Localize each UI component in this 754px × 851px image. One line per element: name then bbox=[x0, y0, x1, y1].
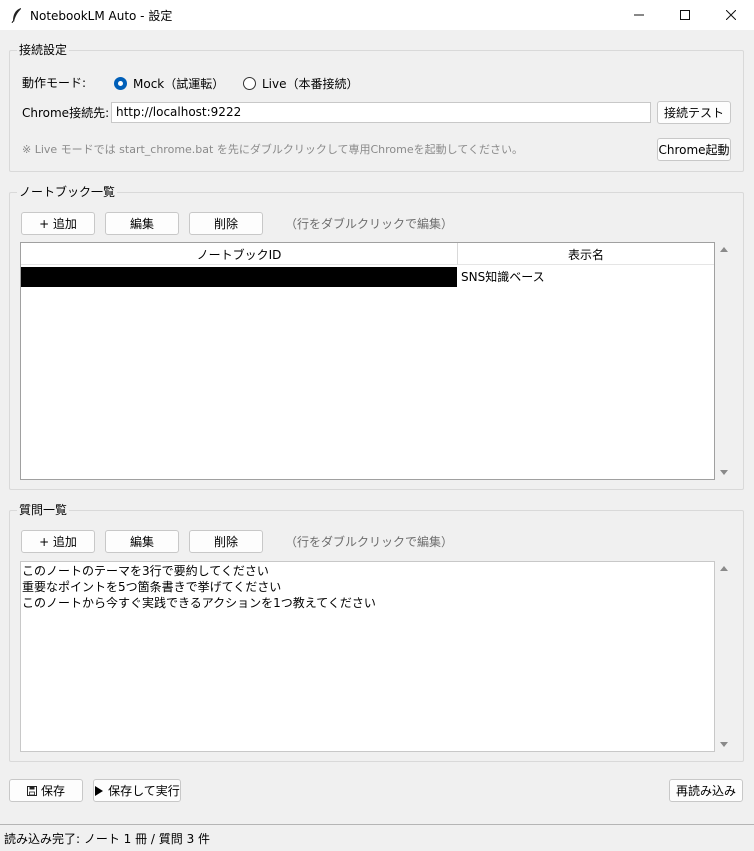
question-list[interactable]: このノートのテーマを3行で要約してください 重要なポイントを5つ箇条書きで挙げて… bbox=[20, 561, 715, 752]
column-header-display-name[interactable]: 表示名 bbox=[457, 243, 714, 265]
list-item[interactable]: このノートから今すぐ実践できるアクションを1つ教えてください bbox=[22, 595, 713, 611]
save-and-run-label: 保存して実行 bbox=[108, 784, 180, 798]
notebook-delete-button[interactable]: 削除 bbox=[189, 212, 263, 235]
notebook-table[interactable]: ノートブックID 表示名 SNS知識ベース bbox=[20, 242, 715, 480]
chrome-url-label: Chrome接続先: bbox=[22, 106, 110, 120]
scroll-down-icon[interactable] bbox=[720, 470, 728, 475]
live-mode-hint: ※ Live モードでは start_chrome.bat を先にダブルクリック… bbox=[22, 143, 523, 156]
chrome-launch-button[interactable]: Chrome起動 bbox=[657, 138, 731, 161]
mode-radio-mock-label: Mock（試運転） bbox=[133, 77, 225, 91]
scroll-down-icon[interactable] bbox=[720, 742, 728, 747]
reload-button[interactable]: 再読み込み bbox=[669, 779, 743, 802]
question-delete-button[interactable]: 削除 bbox=[189, 530, 263, 553]
play-icon bbox=[95, 785, 104, 796]
radio-selected-icon bbox=[114, 77, 127, 90]
save-and-run-button[interactable]: 保存して実行 bbox=[93, 779, 181, 802]
notebook-edit-button[interactable]: 編集 bbox=[105, 212, 179, 235]
table-row[interactable]: SNS知識ベース bbox=[21, 267, 714, 287]
minimize-button[interactable] bbox=[616, 0, 662, 30]
close-button[interactable] bbox=[708, 0, 754, 30]
title-bar: NotebookLM Auto - 設定 bbox=[0, 0, 754, 30]
scroll-up-icon[interactable] bbox=[720, 247, 728, 252]
question-edit-button[interactable]: 編集 bbox=[105, 530, 179, 553]
list-item[interactable]: 重要なポイントを5つ箇条書きで挙げてください bbox=[22, 579, 713, 595]
save-button-label: 保存 bbox=[40, 784, 65, 798]
window-title: NotebookLM Auto - 設定 bbox=[30, 8, 173, 23]
save-button[interactable]: 保存 bbox=[9, 779, 83, 802]
connection-settings-title: 接続設定 bbox=[17, 43, 70, 57]
status-text: 読み込み完了: ノート 1 冊 / 質問 3 件 bbox=[4, 831, 211, 846]
minimize-icon bbox=[634, 14, 644, 16]
chrome-url-input[interactable]: http://localhost:9222 bbox=[111, 102, 651, 123]
questions-group-title: 質問一覧 bbox=[17, 503, 70, 517]
notebooks-group-title: ノートブック一覧 bbox=[17, 185, 118, 199]
maximize-button[interactable] bbox=[662, 0, 708, 30]
question-edit-hint: （行をダブルクリックで編集） bbox=[285, 535, 454, 549]
mode-label: 動作モード: bbox=[22, 76, 87, 90]
status-bar: 読み込み完了: ノート 1 冊 / 質問 3 件 bbox=[0, 824, 754, 851]
connection-test-button[interactable]: 接続テスト bbox=[657, 101, 731, 124]
radio-unselected-icon bbox=[243, 77, 256, 90]
list-item[interactable]: このノートのテーマを3行で要約してください bbox=[22, 563, 713, 579]
feather-icon bbox=[6, 7, 28, 23]
column-header-notebook-id[interactable]: ノートブックID bbox=[21, 243, 457, 265]
mode-radio-live-label: Live（本番接続） bbox=[262, 77, 359, 91]
floppy-disk-icon bbox=[26, 785, 37, 796]
maximize-icon bbox=[680, 10, 690, 20]
notebook-table-scrollbar[interactable] bbox=[716, 243, 732, 479]
scroll-up-icon[interactable] bbox=[720, 566, 728, 571]
mode-radio-mock[interactable]: Mock（試運転） bbox=[114, 75, 224, 92]
close-icon bbox=[726, 10, 736, 20]
mode-radio-live[interactable]: Live（本番接続） bbox=[243, 75, 359, 92]
question-list-scrollbar[interactable] bbox=[716, 562, 732, 751]
question-add-button[interactable]: + 追加 bbox=[21, 530, 95, 553]
notebook-edit-hint: （行をダブルクリックで編集） bbox=[285, 217, 454, 231]
notebook-name-cell: SNS知識ベース bbox=[461, 270, 545, 284]
notebook-id-cell bbox=[21, 267, 457, 287]
notebook-add-button[interactable]: + 追加 bbox=[21, 212, 95, 235]
notebook-table-header: ノートブックID 表示名 bbox=[21, 243, 714, 265]
